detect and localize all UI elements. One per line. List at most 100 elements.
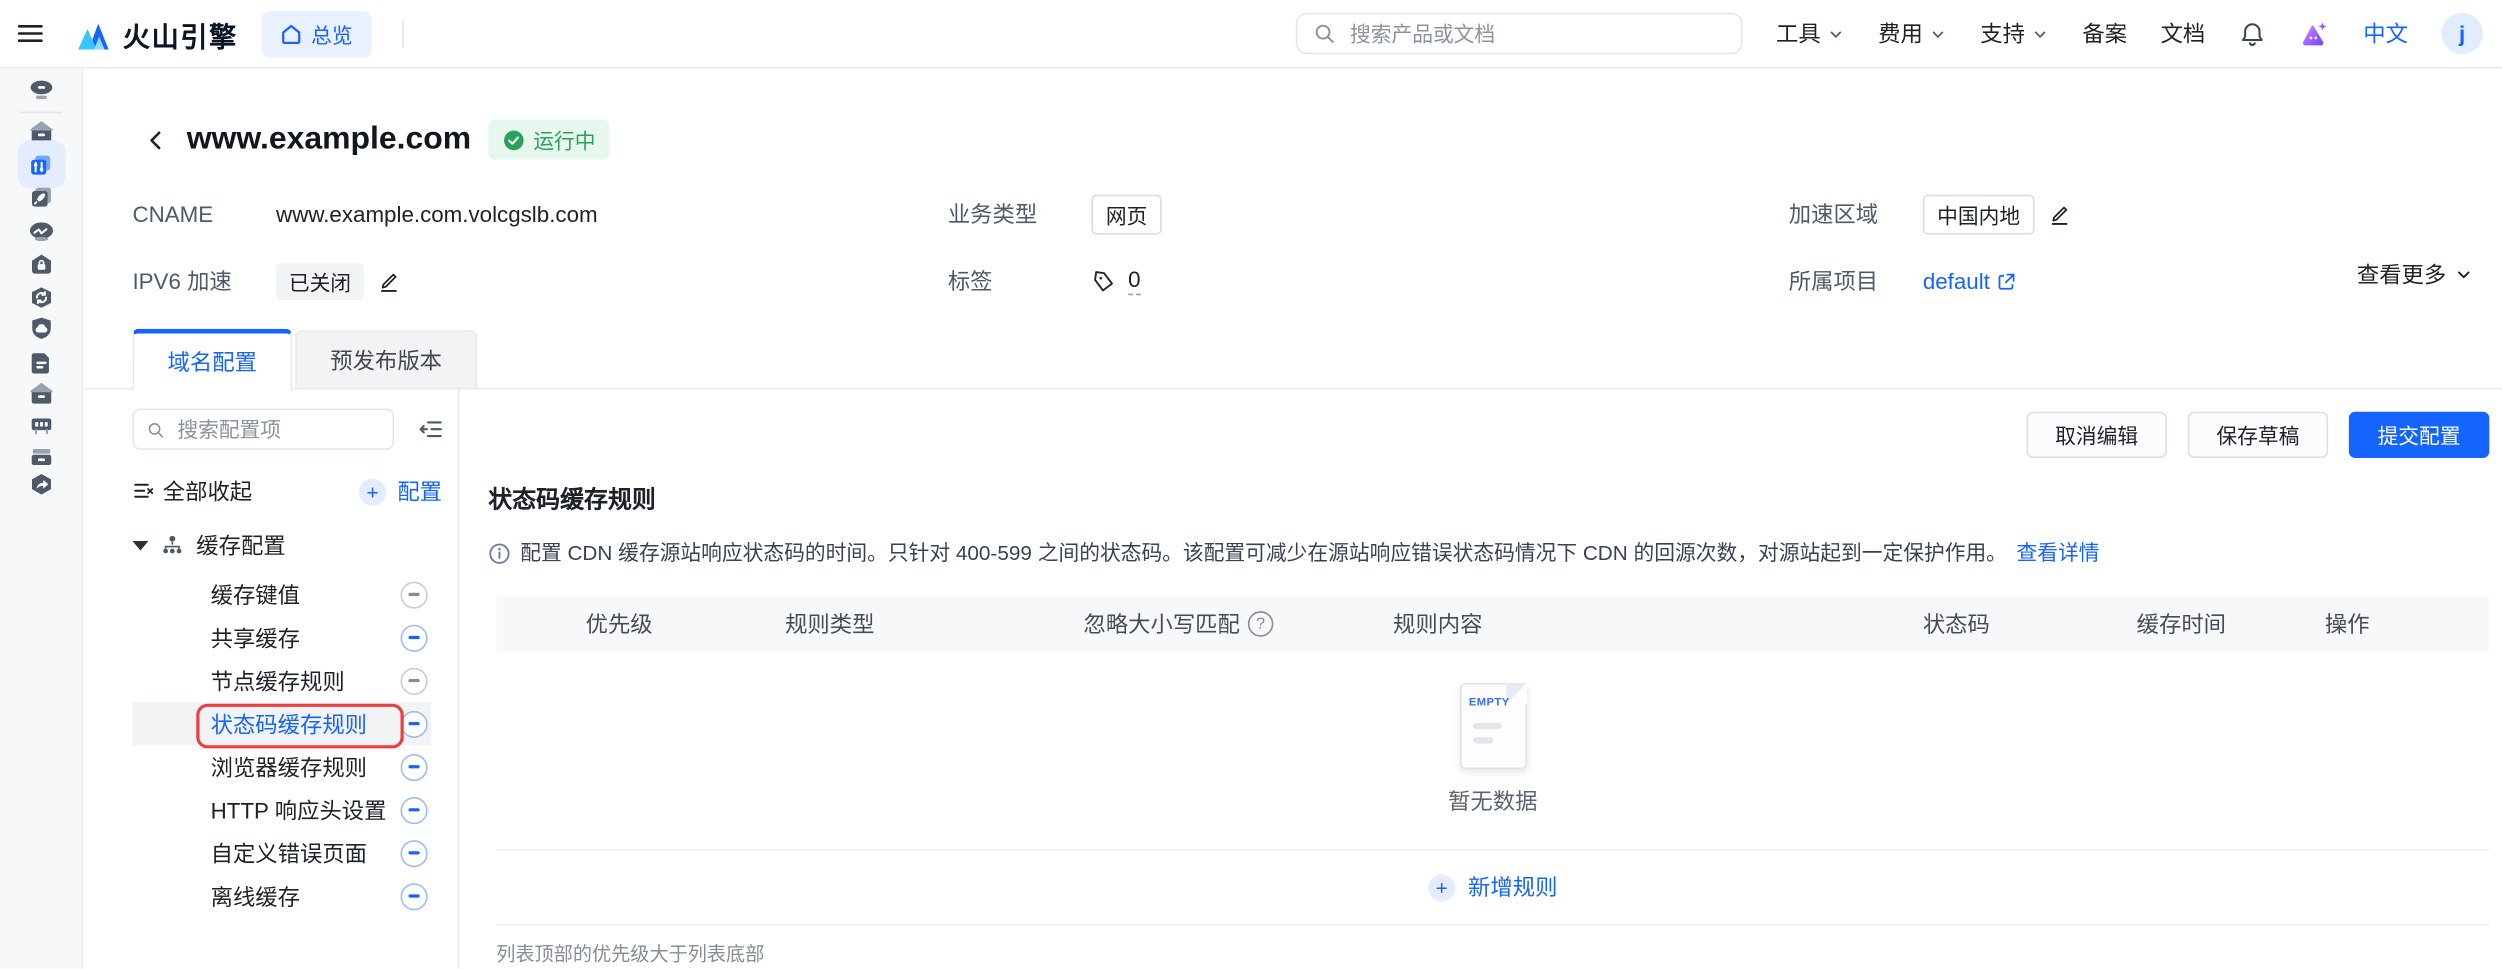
action-bar: 取消编辑 保存草稿 提交配置 (2026, 412, 2489, 458)
share-hexagon-icon[interactable] (27, 471, 54, 498)
field-label: 所属项目 (1789, 265, 1923, 297)
info-circle-icon (488, 543, 510, 565)
tree-children: 缓存键值 共享缓存 节点缓存规则 状态码缓存规则 (132, 573, 430, 918)
shield-icon[interactable] (27, 314, 54, 341)
server-icon[interactable] (27, 412, 54, 439)
ai-assistant-icon[interactable] (2299, 18, 2329, 48)
plus-icon: + (359, 478, 386, 505)
minus-icon[interactable] (401, 753, 428, 780)
section-description: 配置 CDN 缓存源站响应状态码的时间。只针对 400-599 之间的状态码。该… (488, 539, 2470, 568)
page-title: www.example.com (187, 121, 471, 158)
caret-down-icon (132, 541, 148, 551)
business-type-tag: 网页 (1091, 194, 1161, 234)
tag-count[interactable]: 0 (1128, 266, 1140, 295)
archive-tray-icon[interactable] (27, 444, 54, 471)
cloud-monitor-icon[interactable] (26, 217, 55, 244)
field-label: 加速区域 (1789, 198, 1923, 230)
search-icon (147, 419, 165, 440)
global-search[interactable] (1296, 13, 1743, 54)
tab-domain-config[interactable]: 域名配置 (132, 329, 292, 391)
col-status-code: 状态码 (1923, 608, 2137, 640)
menu-billing[interactable]: 费用 (1878, 18, 1947, 50)
tree-item-cache-key[interactable]: 缓存键值 (132, 573, 430, 616)
storage-house-icon[interactable] (27, 380, 54, 407)
menu-tools[interactable]: 工具 (1776, 18, 1845, 50)
menu-support[interactable]: 支持 (1980, 18, 2049, 50)
collapse-all-button[interactable]: 全部收起 (132, 476, 252, 508)
language-switcher[interactable]: 中文 (2363, 18, 2408, 50)
domain-info-panel: CNAME www.example.com.volcgslb.com 业务类型 … (132, 191, 2486, 319)
volcano-logo-icon (75, 17, 112, 51)
menu-icon[interactable] (16, 19, 45, 48)
view-more-button[interactable]: 查看更多 (2357, 259, 2473, 291)
sync-icon[interactable] (27, 284, 54, 311)
tree-item-offline-cache[interactable]: 离线缓存 (132, 874, 430, 917)
empty-state: EMPTY 暂无数据 (496, 651, 2489, 849)
brand-logo[interactable]: 火山引擎 (75, 14, 238, 54)
chevron-down-icon (2454, 265, 2473, 284)
add-config-button[interactable]: + 配置 (359, 476, 442, 508)
external-link-icon (1996, 270, 2017, 291)
submit-config-button[interactable]: 提交配置 (2349, 412, 2489, 458)
document-icon[interactable] (27, 349, 54, 376)
overview-button[interactable]: 总览 (262, 10, 372, 56)
topbar-menu: 企业 工具 费用 支持 备案 文档 (1674, 13, 2483, 54)
cancel-edit-button[interactable]: 取消编辑 (2026, 412, 2166, 458)
cdn-config-icon[interactable] (17, 140, 65, 188)
brand-name: 火山引擎 (123, 14, 238, 54)
priority-note: 列表顶部的优先级大于列表底部 (496, 940, 2489, 967)
chevron-down-icon (1929, 25, 1947, 43)
back-icon[interactable] (144, 127, 170, 153)
description-text: 配置 CDN 缓存源站响应状态码的时间。只针对 400-599 之间的状态码。该… (520, 541, 2007, 565)
menu-icp[interactable]: 备案 (2082, 18, 2127, 50)
config-search[interactable] (132, 408, 394, 449)
empty-document-icon: EMPTY (1459, 683, 1526, 769)
edit-icon[interactable] (2047, 202, 2071, 226)
user-avatar[interactable]: j (2441, 13, 2482, 54)
minus-icon[interactable] (401, 710, 428, 737)
tab-pre-release[interactable]: 预发布版本 (295, 330, 477, 389)
notification-bell-icon[interactable] (2239, 20, 2266, 47)
tree-item-browser-cache-rule[interactable]: 浏览器缓存规则 (132, 745, 430, 788)
search-input[interactable] (1347, 20, 1725, 47)
field-label: 业务类型 (948, 198, 1092, 230)
chevron-down-icon (1827, 25, 1845, 43)
rail-divider (19, 112, 62, 114)
tree-item-status-code-cache-rule[interactable]: 状态码缓存规则 (132, 702, 430, 745)
topbar-divider (402, 19, 404, 48)
check-circle-icon (503, 128, 525, 150)
plus-icon: + (1428, 874, 1455, 901)
minus-icon[interactable] (401, 624, 428, 651)
minus-icon[interactable] (401, 796, 428, 823)
overview-label: 总览 (311, 18, 353, 48)
secure-house-icon[interactable] (27, 251, 54, 278)
question-circle-icon[interactable]: ? (1248, 611, 1274, 637)
save-draft-button[interactable]: 保存草稿 (2188, 412, 2328, 458)
tree-item-shared-cache[interactable]: 共享缓存 (132, 616, 430, 659)
minus-icon[interactable] (401, 581, 428, 608)
tree-item-custom-error-page[interactable]: 自定义错误页面 (132, 831, 430, 874)
empty-text: 暂无数据 (1448, 785, 1537, 817)
project-link[interactable]: default (1923, 268, 2017, 294)
minus-icon[interactable] (401, 882, 428, 909)
add-rule-button[interactable]: + 新增规则 (496, 849, 2489, 926)
edit-icon[interactable] (377, 269, 401, 293)
minus-icon[interactable] (401, 839, 428, 866)
minus-icon[interactable] (401, 667, 428, 694)
menu-docs[interactable]: 文档 (2161, 18, 2206, 50)
tree-toolbar: 全部收起 + 配置 (132, 472, 442, 510)
search-icon (1313, 22, 1335, 44)
col-priority: 优先级 (496, 608, 785, 640)
config-search-input[interactable] (174, 416, 380, 443)
panel-toggle-icon[interactable] (418, 416, 444, 442)
tree-group-cache-config[interactable]: 缓存配置 (132, 527, 285, 565)
console-icon[interactable] (27, 77, 54, 104)
rocket-icon[interactable] (27, 184, 54, 211)
tree-item-http-response-header[interactable]: HTTP 响应头设置 (132, 788, 430, 831)
workspace: 全部收起 + 配置 缓存配置 缓存键值 (81, 389, 2502, 968)
view-detail-link[interactable]: 查看详情 (2017, 541, 2100, 565)
col-operation: 操作 (2325, 608, 2489, 640)
col-rule-content: 规则内容 (1393, 608, 1923, 640)
tree-item-node-cache-rule[interactable]: 节点缓存规则 (132, 659, 430, 702)
status-label: 运行中 (533, 124, 595, 154)
